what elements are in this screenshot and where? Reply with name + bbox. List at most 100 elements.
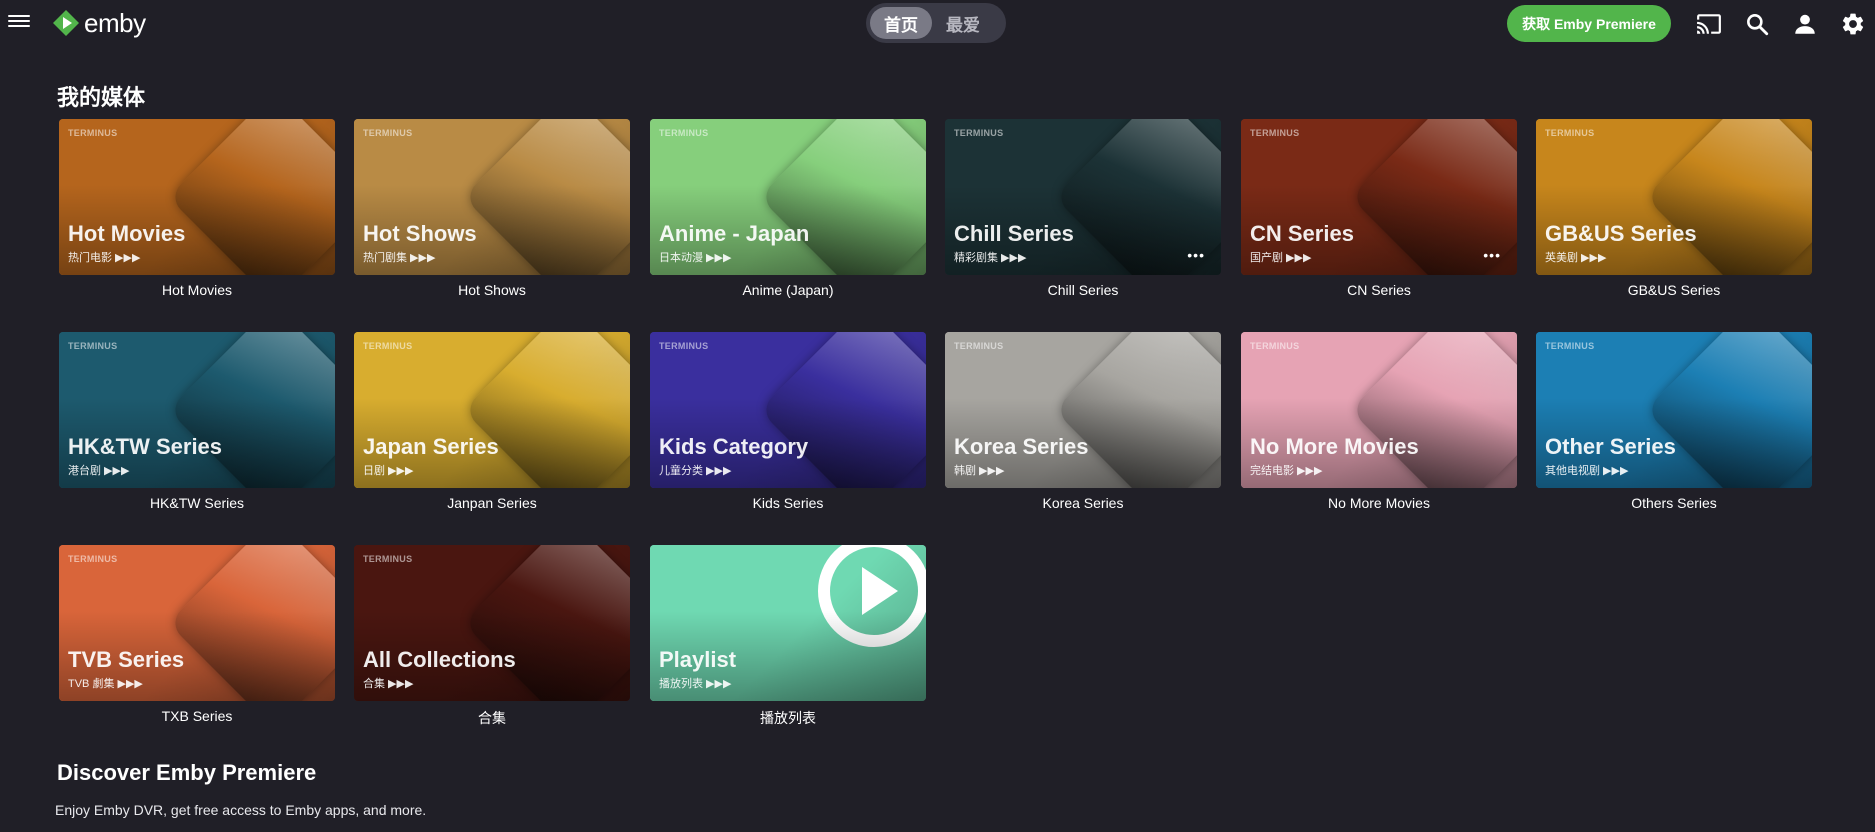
tile-title: HK&TW Series xyxy=(68,434,223,459)
top-header: emby 首页 最爱 获取 Emby Premiere xyxy=(0,0,1875,46)
tile-subtitle: 热门剧集 ▶▶▶ xyxy=(363,252,436,264)
tile-subtitle: 国产剧 ▶▶▶ xyxy=(1250,252,1312,264)
tile-title: Hot Movies xyxy=(68,221,186,246)
library-caption[interactable]: 播放列表 xyxy=(650,708,926,728)
tile-brand-text: TERMINUS xyxy=(1250,341,1300,351)
library-caption[interactable]: Janpan Series xyxy=(354,495,630,511)
library-card[interactable]: TERMINUS Chill Series 精彩剧集 ▶▶▶ ••• Chill Ser… xyxy=(945,119,1221,298)
library-card[interactable]: TERMINUS Japan Series 日剧 ▶▶▶ Janpan Series xyxy=(354,332,630,511)
tile-title: Korea Series xyxy=(954,434,1089,459)
tile-subtitle: 日本动漫 ▶▶▶ xyxy=(659,252,732,264)
tile-subtitle: 韩剧 ▶▶▶ xyxy=(954,465,1005,477)
tab-favorites[interactable]: 最爱 xyxy=(932,7,994,39)
tile-title: CN Series xyxy=(1250,221,1354,246)
library-card[interactable]: TERMINUS Hot Shows 热门剧集 ▶▶▶ Hot Shows xyxy=(354,119,630,298)
tile-subtitle: 港台剧 ▶▶▶ xyxy=(68,465,130,477)
tile-brand-text: TERMINUS xyxy=(954,341,1004,351)
search-icon[interactable] xyxy=(1744,11,1770,37)
tile-title: Chill Series xyxy=(954,221,1074,246)
library-caption[interactable]: TXB Series xyxy=(59,708,335,724)
library-tile-image[interactable]: TERMINUS All Collections 合集 ▶▶▶ xyxy=(354,545,630,701)
library-card[interactable]: TERMINUS No More Movies 完结电影 ▶▶▶ No More Mo… xyxy=(1241,332,1517,511)
library-tile-image[interactable]: TERMINUS Chill Series 精彩剧集 ▶▶▶ ••• xyxy=(945,119,1221,275)
more-options-icon[interactable]: ••• xyxy=(1187,247,1205,263)
library-caption[interactable]: Korea Series xyxy=(945,495,1221,511)
library-card[interactable]: TERMINUS HK&TW Series 港台剧 ▶▶▶ HK&TW Series xyxy=(59,332,335,511)
library-tile-image[interactable]: TERMINUS Japan Series 日剧 ▶▶▶ xyxy=(354,332,630,488)
discover-premiere-title: Discover Emby Premiere xyxy=(57,760,317,785)
library-tile-image[interactable]: TERMINUS Anime - Japan 日本动漫 ▶▶▶ xyxy=(650,119,926,275)
library-caption[interactable]: Others Series xyxy=(1536,495,1812,511)
get-premiere-button[interactable]: 获取 Emby Premiere xyxy=(1507,5,1671,42)
library-tile-image[interactable]: TERMINUS HK&TW Series 港台剧 ▶▶▶ xyxy=(59,332,335,488)
library-caption[interactable]: Kids Series xyxy=(650,495,926,511)
home-tabs: 首页 最爱 xyxy=(866,3,1006,43)
more-options-icon[interactable]: ••• xyxy=(1483,247,1501,263)
library-tile-image[interactable]: TERMINUS CN Series 国产剧 ▶▶▶ ••• xyxy=(1241,119,1517,275)
tile-subtitle: 日剧 ▶▶▶ xyxy=(363,465,414,477)
tile-brand-text: TERMINUS xyxy=(68,128,118,138)
tile-brand-text: TERMINUS xyxy=(363,554,413,564)
tile-subtitle: 其他电视剧 ▶▶▶ xyxy=(1545,465,1629,477)
library-caption[interactable]: No More Movies xyxy=(1241,495,1517,511)
library-card[interactable]: TERMINUS CN Series 国产剧 ▶▶▶ ••• CN Series xyxy=(1241,119,1517,298)
cast-icon[interactable] xyxy=(1696,11,1722,37)
emby-logo[interactable]: emby xyxy=(52,8,146,38)
library-tile-image[interactable]: TERMINUS No More Movies 完结电影 ▶▶▶ xyxy=(1241,332,1517,488)
library-card[interactable]: Playlist 播放列表 ▶▶▶ 播放列表 xyxy=(650,545,926,728)
library-card[interactable]: TERMINUS Hot Movies 热门电影 ▶▶▶ Hot Movies xyxy=(59,119,335,298)
tile-title: Kids Category xyxy=(659,434,809,459)
user-icon[interactable] xyxy=(1792,11,1818,37)
library-card[interactable]: TERMINUS All Collections 合集 ▶▶▶ 合集 xyxy=(354,545,630,728)
tile-brand-text: TERMINUS xyxy=(954,128,1004,138)
library-tile-image[interactable]: TERMINUS Hot Movies 热门电影 ▶▶▶ xyxy=(59,119,335,275)
my-media-title: 我的媒体 xyxy=(57,85,146,110)
tile-title: Playlist xyxy=(659,647,737,672)
tile-title: All Collections xyxy=(363,647,516,672)
library-tile-image[interactable]: TERMINUS Korea Series 韩剧 ▶▶▶ xyxy=(945,332,1221,488)
tile-brand-text: TERMINUS xyxy=(68,554,118,564)
library-card[interactable]: TERMINUS TVB Series TVB 劇集 ▶▶▶ TXB Series xyxy=(59,545,335,724)
library-tile-image[interactable]: TERMINUS GB&US Series 英美剧 ▶▶▶ xyxy=(1536,119,1812,275)
tile-subtitle: 英美剧 ▶▶▶ xyxy=(1545,252,1607,264)
tile-title: Hot Shows xyxy=(363,221,477,246)
logo-text: emby xyxy=(84,8,146,38)
tile-title: GB&US Series xyxy=(1545,221,1697,246)
library-caption[interactable]: Hot Shows xyxy=(354,282,630,298)
tile-brand-text: TERMINUS xyxy=(1250,128,1300,138)
tile-brand-text: TERMINUS xyxy=(1545,128,1595,138)
tile-subtitle: 播放列表 ▶▶▶ xyxy=(659,678,732,690)
library-tile-image[interactable]: TERMINUS Kids Category 儿童分类 ▶▶▶ xyxy=(650,332,926,488)
tile-subtitle: 合集 ▶▶▶ xyxy=(363,678,414,690)
tile-subtitle: TVB 劇集 ▶▶▶ xyxy=(68,678,143,690)
settings-gear-icon[interactable] xyxy=(1840,11,1866,37)
tile-brand-text: TERMINUS xyxy=(363,128,413,138)
library-caption[interactable]: GB&US Series xyxy=(1536,282,1812,298)
library-caption[interactable]: 合集 xyxy=(354,708,630,728)
library-caption[interactable]: Anime (Japan) xyxy=(650,282,926,298)
library-card[interactable]: TERMINUS Korea Series 韩剧 ▶▶▶ Korea Series xyxy=(945,332,1221,511)
tile-brand-text: TERMINUS xyxy=(1545,341,1595,351)
library-tile-image[interactable]: Playlist 播放列表 ▶▶▶ xyxy=(650,545,926,701)
tile-title: Japan Series xyxy=(363,434,499,459)
library-tile-image[interactable]: TERMINUS Other Series 其他电视剧 ▶▶▶ xyxy=(1536,332,1812,488)
tab-home[interactable]: 首页 xyxy=(870,7,932,39)
library-caption[interactable]: Chill Series xyxy=(945,282,1221,298)
library-tile-image[interactable]: TERMINUS Hot Shows 热门剧集 ▶▶▶ xyxy=(354,119,630,275)
tile-brand-text: TERMINUS xyxy=(659,128,709,138)
library-caption[interactable]: HK&TW Series xyxy=(59,495,335,511)
hamburger-menu-icon[interactable] xyxy=(8,12,30,32)
tile-title: No More Movies xyxy=(1250,434,1419,459)
library-card[interactable]: TERMINUS GB&US Series 英美剧 ▶▶▶ GB&US Series xyxy=(1536,119,1812,298)
library-caption[interactable]: CN Series xyxy=(1241,282,1517,298)
library-card[interactable]: TERMINUS Anime - Japan 日本动漫 ▶▶▶ Anime (Japa… xyxy=(650,119,926,298)
tile-subtitle: 精彩剧集 ▶▶▶ xyxy=(954,252,1027,264)
library-caption[interactable]: Hot Movies xyxy=(59,282,335,298)
library-card[interactable]: TERMINUS Other Series 其他电视剧 ▶▶▶ Others Seri… xyxy=(1536,332,1812,511)
discover-premiere-description: Enjoy Emby DVR, get free access to Emby … xyxy=(55,802,427,818)
library-card[interactable]: TERMINUS Kids Category 儿童分类 ▶▶▶ Kids Series xyxy=(650,332,926,511)
library-tile-image[interactable]: TERMINUS TVB Series TVB 劇集 ▶▶▶ xyxy=(59,545,335,701)
tile-brand-text: TERMINUS xyxy=(659,341,709,351)
tile-subtitle: 完结电影 ▶▶▶ xyxy=(1250,465,1323,477)
tile-brand-text: TERMINUS xyxy=(68,341,118,351)
